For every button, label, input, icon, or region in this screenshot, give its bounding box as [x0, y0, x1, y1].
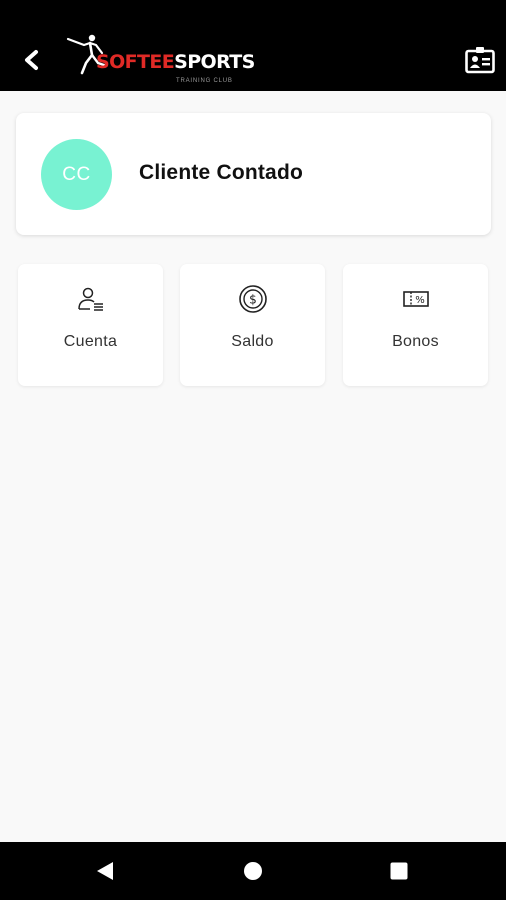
user-list-icon: [76, 284, 106, 314]
svg-text:%: %: [415, 295, 425, 306]
nav-back-icon: [97, 862, 113, 880]
nav-recents-button[interactable]: [383, 855, 415, 887]
tile-saldo-label: Saldo: [231, 333, 274, 350]
id-card-icon: [465, 47, 495, 74]
voucher-icon: %: [401, 284, 431, 314]
app-bar: SOFTEESPORTS TRAINING CLUB: [0, 0, 506, 91]
tile-bonos[interactable]: % Bonos: [343, 264, 488, 386]
brand-wordmark-white: SPORTS: [174, 51, 255, 73]
brand-wordmark: SOFTEESPORTS: [96, 53, 255, 72]
brand-tagline: TRAINING CLUB: [176, 78, 233, 84]
tile-saldo[interactable]: $ Saldo: [180, 264, 325, 386]
nav-recents-icon: [390, 862, 408, 880]
nav-home-button[interactable]: [237, 855, 269, 887]
brand-logo: SOFTEESPORTS TRAINING CLUB: [66, 33, 255, 89]
brand-wordmark-red: SOFTEE: [96, 51, 175, 73]
tile-cuenta-label: Cuenta: [63, 333, 118, 350]
svg-text:$: $: [249, 293, 257, 307]
tile-bonos-label: Bonos: [392, 333, 439, 350]
client-name: Cliente Contado: [139, 161, 303, 184]
id-card-button[interactable]: [464, 44, 496, 76]
avatar: CC: [41, 139, 112, 210]
navigation-bar: [0, 842, 506, 900]
nav-home-icon: [244, 862, 262, 880]
client-card: CC Cliente Contado: [16, 113, 491, 235]
back-button[interactable]: [14, 42, 50, 78]
tile-cuenta[interactable]: Cuenta: [18, 264, 163, 386]
coin-dollar-icon: $: [238, 284, 268, 314]
back-arrow-icon: [25, 50, 38, 70]
nav-back-button[interactable]: [89, 855, 121, 887]
